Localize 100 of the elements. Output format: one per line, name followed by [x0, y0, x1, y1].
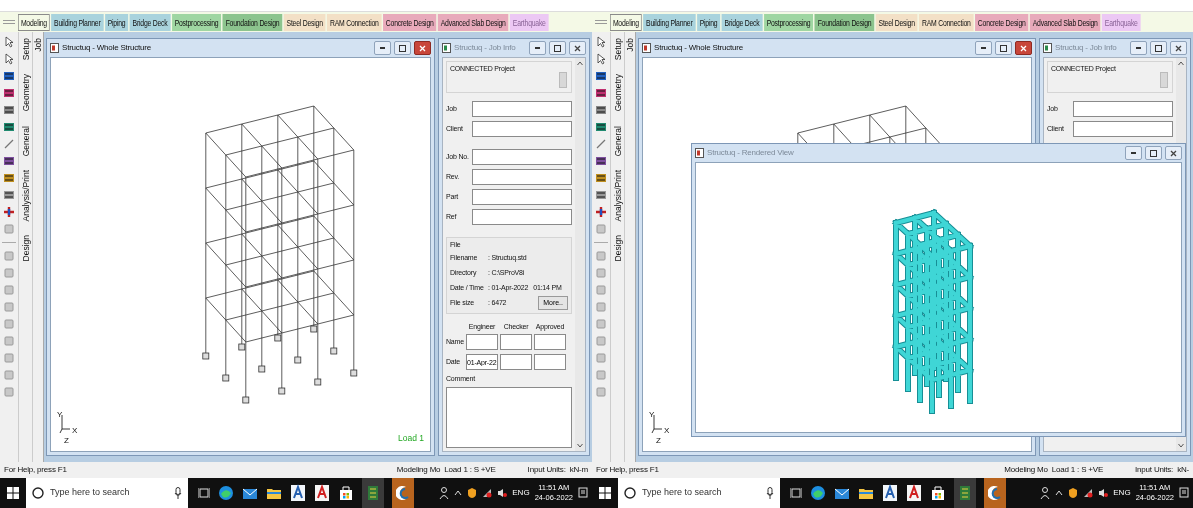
- maximize-icon[interactable]: [399, 44, 406, 52]
- pdf-app-icon[interactable]: [314, 484, 330, 502]
- browser-icon[interactable]: [810, 485, 826, 501]
- maximize-button[interactable]: [549, 41, 566, 55]
- side-tab[interactable]: Setup: [20, 38, 31, 61]
- ribbon-tab[interactable]: Foundation Design: [814, 13, 875, 31]
- network-icon[interactable]: [1083, 488, 1094, 498]
- maximize-icon[interactable]: [554, 44, 561, 52]
- scroll-up-icon[interactable]: [1178, 61, 1184, 66]
- scroll-down-icon[interactable]: [577, 443, 583, 448]
- ribbon-tab[interactable]: Steel Design: [875, 13, 918, 31]
- structure-tool-icon[interactable]: [595, 172, 607, 184]
- close-button[interactable]: [414, 41, 431, 55]
- line-tool-icon[interactable]: [595, 138, 607, 150]
- text-field[interactable]: [500, 334, 532, 350]
- close-button[interactable]: [569, 41, 586, 55]
- task-view-icon[interactable]: [790, 487, 802, 499]
- store-bag-icon[interactable]: [338, 485, 354, 501]
- text-field[interactable]: [472, 121, 572, 137]
- cursor-icon[interactable]: [595, 53, 607, 65]
- structure-tool-icon[interactable]: [3, 121, 15, 133]
- minimize-button[interactable]: [374, 41, 391, 55]
- network-icon[interactable]: [482, 488, 493, 498]
- maximize-button[interactable]: [995, 41, 1012, 55]
- shield-icon[interactable]: [1068, 487, 1079, 499]
- ribbon-tab[interactable]: Bridge Deck: [129, 13, 171, 31]
- ribbon-tab[interactable]: Modeling: [610, 13, 642, 31]
- side-tab[interactable]: General: [20, 125, 31, 156]
- structure-tool-icon[interactable]: [595, 104, 607, 116]
- structure-tool-icon[interactable]: [3, 155, 15, 167]
- search-field[interactable]: Type here to search: [26, 478, 188, 508]
- side-tab[interactable]: Geometry: [20, 74, 31, 112]
- comment-field[interactable]: [446, 386, 572, 448]
- maximize-icon[interactable]: [1155, 44, 1162, 52]
- maximize-button[interactable]: [1145, 146, 1162, 160]
- ribbon-tab[interactable]: Advanced Slab Design: [1029, 13, 1101, 31]
- app-button[interactable]: [984, 478, 1006, 508]
- ribbon-tab[interactable]: Concrete Design: [975, 13, 1029, 31]
- language-indicator[interactable]: ENG: [512, 487, 530, 499]
- app-button[interactable]: [362, 478, 384, 508]
- ribbon-tab[interactable]: Piping: [104, 13, 129, 31]
- text-field[interactable]: [1073, 101, 1173, 117]
- shield-icon[interactable]: [467, 487, 478, 499]
- ribbon-tab[interactable]: Steel Design: [283, 13, 326, 31]
- chevron-up-icon[interactable]: [454, 490, 463, 496]
- text-field[interactable]: [1073, 121, 1173, 137]
- side-tab[interactable]: Job: [33, 38, 43, 52]
- text-field[interactable]: [534, 334, 566, 350]
- minimize-button[interactable]: [975, 41, 992, 55]
- minimize-button[interactable]: [1130, 41, 1147, 55]
- structure-tool-icon[interactable]: [3, 87, 15, 99]
- cursor-icon[interactable]: [3, 53, 15, 65]
- side-tab[interactable]: Analysis/Print: [612, 169, 623, 222]
- structure-tool-icon[interactable]: [595, 155, 607, 167]
- scrollbar[interactable]: [575, 58, 585, 451]
- side-tab[interactable]: Analysis/Print: [20, 169, 31, 222]
- text-field[interactable]: [534, 354, 566, 370]
- minimize-button[interactable]: [529, 41, 546, 55]
- app-button[interactable]: [392, 478, 414, 508]
- structure-tool-icon[interactable]: [3, 172, 15, 184]
- plus-icon[interactable]: [595, 206, 607, 218]
- speaker-icon[interactable]: [1098, 488, 1109, 498]
- ribbon-tab[interactable]: Postprocessing: [171, 13, 222, 31]
- ribbon-tab[interactable]: Foundation Design: [222, 13, 283, 31]
- maximize-button[interactable]: [394, 41, 411, 55]
- ribbon-tab[interactable]: Advanced Slab Design: [437, 13, 509, 31]
- structure-tool-icon[interactable]: [3, 70, 15, 82]
- side-tab[interactable]: Setup: [612, 38, 623, 61]
- ribbon-tab[interactable]: RAM Connection: [327, 13, 382, 31]
- structure-tool-icon[interactable]: [595, 121, 607, 133]
- structure-tool-icon[interactable]: [3, 104, 15, 116]
- structure-tool-icon[interactable]: [595, 70, 607, 82]
- side-tab[interactable]: Job: [625, 38, 635, 52]
- side-tab[interactable]: Design: [612, 235, 623, 262]
- notification-icon[interactable]: [578, 487, 588, 499]
- ribbon-tab[interactable]: Postprocessing: [763, 13, 814, 31]
- minimize-button[interactable]: [1125, 146, 1142, 160]
- cursor-icon[interactable]: [595, 36, 607, 48]
- cursor-icon[interactable]: [3, 36, 15, 48]
- text-field[interactable]: [472, 189, 572, 205]
- pdf-app-icon[interactable]: [906, 484, 922, 502]
- ribbon-tab[interactable]: Building Planner: [643, 13, 696, 31]
- task-view-icon[interactable]: [198, 487, 210, 499]
- person-icon[interactable]: [1040, 487, 1051, 499]
- text-field[interactable]: [500, 354, 532, 370]
- notification-icon[interactable]: [1179, 487, 1189, 499]
- search-field[interactable]: Type here to search: [618, 478, 780, 508]
- ribbon-tab[interactable]: Building Planner: [51, 13, 104, 31]
- browser-icon[interactable]: [218, 485, 234, 501]
- app-button[interactable]: [954, 478, 976, 508]
- maximize-button[interactable]: [1150, 41, 1167, 55]
- structure-tool-icon[interactable]: [3, 189, 15, 201]
- person-icon[interactable]: [439, 487, 450, 499]
- language-indicator[interactable]: ENG: [1113, 487, 1131, 499]
- side-tab[interactable]: General: [612, 125, 623, 156]
- scroll-up-icon[interactable]: [577, 61, 583, 66]
- ribbon-tab[interactable]: Piping: [696, 13, 721, 31]
- maximize-icon[interactable]: [1150, 149, 1157, 157]
- text-field[interactable]: [472, 149, 572, 165]
- speaker-icon[interactable]: [497, 488, 508, 498]
